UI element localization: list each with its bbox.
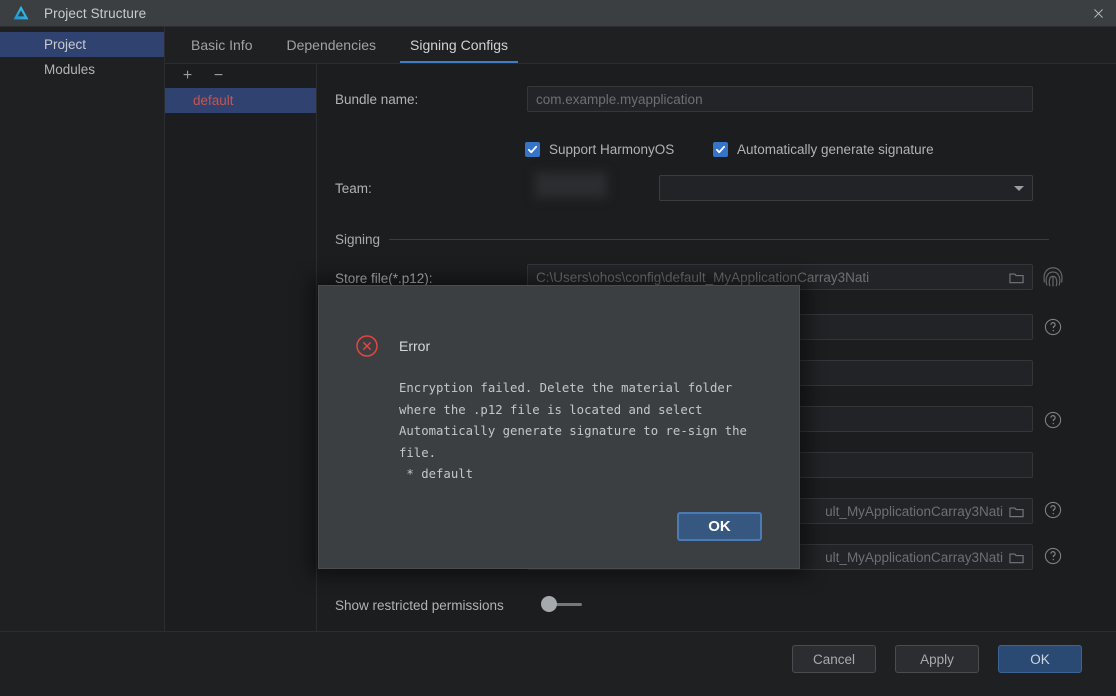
error-dialog-message: Encryption failed. Delete the material f… <box>399 381 747 481</box>
tab-signing-configs[interactable]: Signing Configs <box>393 27 525 63</box>
help-circle-icon[interactable] <box>1044 411 1062 429</box>
redacted-team-value <box>535 172 607 198</box>
dialog-footer: Cancel Apply OK <box>0 631 1116 696</box>
close-icon[interactable] <box>1080 0 1116 27</box>
team-dropdown[interactable] <box>659 175 1033 201</box>
tab-dependencies[interactable]: Dependencies <box>269 27 393 63</box>
ok-button[interactable]: OK <box>998 645 1082 673</box>
sidebar-item-modules[interactable]: Modules <box>0 57 164 82</box>
signing-configs-list-panel: + − default <box>165 64 317 631</box>
project-structure-window: Project Structure Project Modules Basic … <box>0 0 1116 696</box>
folder-icon[interactable] <box>1009 505 1024 518</box>
folder-icon[interactable] <box>1009 551 1024 564</box>
auto-generate-signature-label: Automatically generate signature <box>737 142 934 157</box>
error-dialog-title: Error <box>399 338 431 354</box>
window-titlebar: Project Structure <box>0 0 1116 27</box>
signing-section-label: Signing <box>335 232 381 247</box>
huawei-devstudio-logo-icon <box>12 4 30 22</box>
config-list-item-default[interactable]: default <box>165 88 316 113</box>
folder-icon[interactable] <box>1009 271 1024 284</box>
configs-toolbar: + − <box>165 64 316 88</box>
error-dialog: Error Encryption failed. Delete the mate… <box>318 285 800 569</box>
auto-generate-signature-checkbox-row[interactable]: Automatically generate signature <box>713 142 934 157</box>
tab-label: Basic Info <box>191 37 253 53</box>
sidebar-item-label: Modules <box>44 62 96 77</box>
apply-button[interactable]: Apply <box>895 645 979 673</box>
bundle-name-value: com.example.myapplication <box>536 91 703 107</box>
tab-label: Dependencies <box>286 37 376 53</box>
show-restricted-permissions-label: Show restricted permissions <box>335 598 504 613</box>
help-circle-icon[interactable] <box>1044 318 1062 336</box>
support-harmonyos-checkbox-row[interactable]: Support HarmonyOS <box>525 142 674 157</box>
support-harmonyos-label: Support HarmonyOS <box>549 142 675 157</box>
show-restricted-permissions-toggle[interactable] <box>541 596 585 612</box>
tab-label: Signing Configs <box>410 37 509 53</box>
config-item-label: default <box>193 93 234 108</box>
section-divider <box>389 239 1049 240</box>
chevron-down-icon <box>1014 185 1024 191</box>
apply-button-label: Apply <box>920 651 954 667</box>
help-circle-icon[interactable] <box>1044 501 1062 519</box>
ok-button-label: OK <box>1030 651 1050 667</box>
fingerprint-icon[interactable] <box>1043 266 1063 288</box>
add-config-button[interactable]: + <box>181 68 194 84</box>
tab-basic-info[interactable]: Basic Info <box>174 27 269 63</box>
check-icon <box>525 142 540 157</box>
error-dialog-ok-label: OK <box>708 518 731 535</box>
bundle-name-input[interactable]: com.example.myapplication <box>527 86 1033 112</box>
help-circle-icon[interactable] <box>1044 547 1062 565</box>
remove-config-button[interactable]: − <box>212 68 225 84</box>
bundle-name-label: Bundle name: <box>335 92 419 107</box>
sidebar-item-project[interactable]: Project <box>0 32 164 57</box>
error-circle-icon <box>355 334 379 358</box>
toggle-knob <box>541 596 557 612</box>
error-dialog-ok-button[interactable]: OK <box>677 512 762 541</box>
team-label: Team: <box>335 181 372 196</box>
sidebar-item-label: Project <box>44 37 87 52</box>
signing-section-header: Signing <box>335 232 1049 247</box>
cancel-button[interactable]: Cancel <box>792 645 876 673</box>
left-sidebar: Project Modules <box>0 27 165 631</box>
tab-strip: Basic Info Dependencies Signing Configs <box>165 27 1116 64</box>
window-title: Project Structure <box>44 5 147 21</box>
cancel-button-label: Cancel <box>812 651 856 667</box>
check-icon <box>713 142 728 157</box>
